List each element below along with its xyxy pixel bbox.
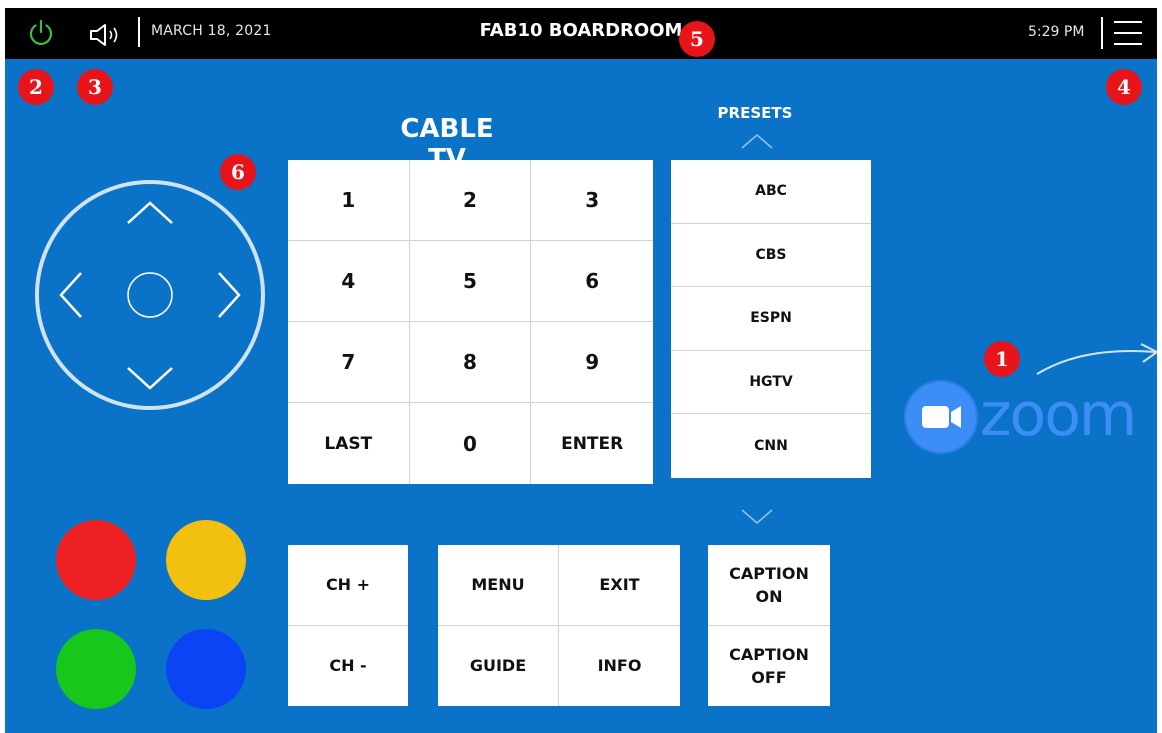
divider bbox=[1101, 17, 1103, 49]
touch-panel: MARCH 18, 2021 FAB10 BOARDROOM 5:29 PM 5… bbox=[5, 8, 1157, 733]
channel-up-button[interactable]: CH + bbox=[288, 545, 408, 626]
blue-button[interactable] bbox=[166, 629, 246, 709]
key-9[interactable]: 9 bbox=[531, 322, 653, 403]
caption-on-label: CAPTION ON bbox=[729, 563, 809, 606]
presets-title: PRESETS bbox=[717, 104, 793, 122]
preset-espn[interactable]: ESPN bbox=[671, 287, 871, 351]
key-4[interactable]: 4 bbox=[288, 241, 410, 322]
channel-down-button[interactable]: CH - bbox=[288, 626, 408, 707]
annotation-badge-2: 2 bbox=[18, 69, 54, 105]
directional-pad[interactable] bbox=[33, 178, 267, 412]
caption-off-label: CAPTION OFF bbox=[729, 644, 809, 687]
nav-down-icon bbox=[127, 367, 173, 390]
yellow-button[interactable] bbox=[166, 520, 246, 600]
top-bar: MARCH 18, 2021 FAB10 BOARDROOM 5:29 PM bbox=[5, 8, 1157, 59]
time-label: 5:29 PM bbox=[1028, 24, 1085, 40]
menu-controls: MENU EXIT GUIDE INFO bbox=[438, 545, 680, 706]
key-last[interactable]: LAST bbox=[288, 403, 410, 484]
zoom-launch-button[interactable]: zoom bbox=[902, 363, 1142, 454]
presets-list: ABC CBS ESPN HGTV CNN bbox=[671, 160, 871, 478]
key-7[interactable]: 7 bbox=[288, 322, 410, 403]
preset-abc[interactable]: ABC bbox=[671, 160, 871, 224]
key-8[interactable]: 8 bbox=[409, 322, 532, 403]
nav-up-icon bbox=[127, 201, 173, 224]
info-button[interactable]: INFO bbox=[559, 626, 680, 707]
nav-select-icon bbox=[127, 272, 173, 318]
chevron-up-icon[interactable] bbox=[740, 132, 774, 150]
exit-button[interactable]: EXIT bbox=[559, 545, 680, 626]
channel-controls: CH + CH - bbox=[288, 545, 408, 706]
preset-cnn[interactable]: CNN bbox=[671, 414, 871, 478]
number-keypad: 1 2 3 4 5 6 7 8 9 LAST 0 ENTER bbox=[288, 160, 653, 484]
key-3[interactable]: 3 bbox=[531, 160, 653, 241]
key-2[interactable]: 2 bbox=[409, 160, 532, 241]
annotation-badge-3: 3 bbox=[77, 69, 113, 105]
guide-button[interactable]: GUIDE bbox=[438, 625, 559, 706]
nav-left-icon bbox=[59, 272, 82, 318]
key-1[interactable]: 1 bbox=[288, 160, 410, 241]
preset-hgtv[interactable]: HGTV bbox=[671, 351, 871, 415]
green-button[interactable] bbox=[56, 629, 136, 709]
red-button[interactable] bbox=[56, 520, 136, 600]
room-title: FAB10 BOARDROOM bbox=[479, 20, 683, 41]
key-6[interactable]: 6 bbox=[531, 241, 653, 322]
annotation-badge-5: 5 bbox=[679, 21, 715, 57]
caption-off-button[interactable]: CAPTION OFF bbox=[708, 626, 830, 707]
menu-button[interactable]: MENU bbox=[438, 545, 559, 626]
key-enter[interactable]: ENTER bbox=[531, 403, 653, 484]
zoom-logo-icon bbox=[904, 380, 978, 454]
nav-right-icon bbox=[218, 272, 241, 318]
caption-on-button[interactable]: CAPTION ON bbox=[708, 545, 830, 626]
chevron-down-icon[interactable] bbox=[740, 508, 774, 526]
hamburger-menu-icon[interactable] bbox=[1114, 21, 1142, 45]
zoom-logo-text: zoom bbox=[980, 380, 1137, 450]
key-5[interactable]: 5 bbox=[409, 241, 532, 322]
key-0[interactable]: 0 bbox=[410, 403, 532, 484]
preset-cbs[interactable]: CBS bbox=[671, 224, 871, 288]
annotation-badge-4: 4 bbox=[1106, 69, 1142, 105]
caption-controls: CAPTION ON CAPTION OFF bbox=[708, 545, 830, 706]
